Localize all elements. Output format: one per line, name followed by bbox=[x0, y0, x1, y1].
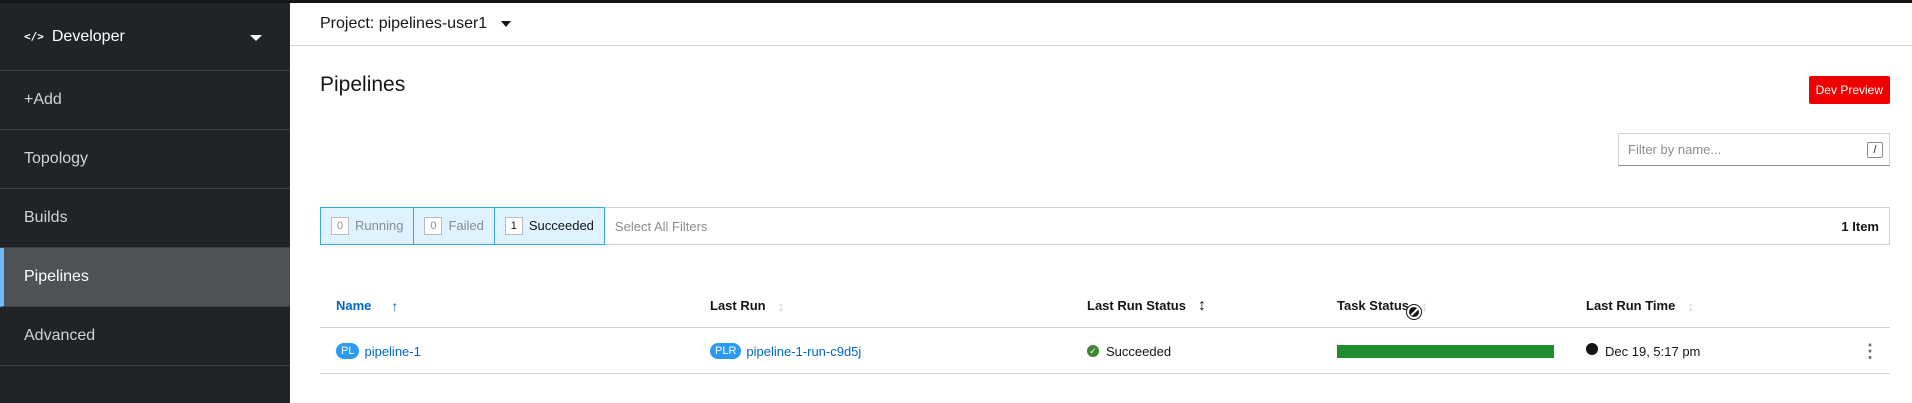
kebab-menu-icon[interactable]: ⋮ bbox=[1861, 341, 1879, 362]
row-actions-cell: ⋮ bbox=[1861, 328, 1879, 374]
sidebar-item-topology[interactable]: Topology bbox=[0, 130, 290, 189]
caret-down-icon bbox=[501, 21, 512, 27]
not-allowed-cursor-icon bbox=[1407, 305, 1421, 319]
task-status-bar[interactable] bbox=[1337, 344, 1554, 358]
sort-icon: ↕ bbox=[777, 297, 785, 314]
sidebar-item-label: Builds bbox=[24, 209, 68, 226]
sidebar-item-pipelines[interactable]: Pipelines bbox=[0, 248, 290, 307]
perspective-switcher[interactable]: </> Developer bbox=[0, 3, 290, 71]
sidebar-item-label: +Add bbox=[24, 91, 62, 108]
status-cell: ✓ Succeeded bbox=[1087, 328, 1171, 374]
chip-label: Running bbox=[355, 218, 404, 233]
sort-ascending-icon: ↑ bbox=[391, 297, 399, 314]
task-status-cell bbox=[1337, 328, 1554, 374]
column-label: Name bbox=[336, 298, 372, 313]
pipelinerun-badge: PLR bbox=[710, 343, 742, 359]
table-header: Name ↑ Last Run ↕ Last Run Status ↕ Task… bbox=[320, 283, 1890, 328]
sidebar: </> Developer +Add Topology Builds Pipel… bbox=[0, 3, 290, 403]
item-count: 1 Item bbox=[1841, 218, 1879, 234]
globe-icon bbox=[1586, 343, 1598, 355]
pipeline-link[interactable]: pipeline-1 bbox=[364, 344, 420, 359]
chip-label: Succeeded bbox=[528, 218, 594, 233]
chip-count: 0 bbox=[424, 216, 443, 235]
sidebar-item-label: Advanced bbox=[24, 327, 96, 344]
page-title: Pipelines bbox=[320, 73, 406, 96]
last-run-time: Dec 19, 5:17 pm bbox=[1605, 343, 1701, 359]
project-selector[interactable]: Project: pipelines-user1 bbox=[320, 15, 512, 33]
caret-down-icon bbox=[250, 35, 262, 41]
sidebar-item-builds[interactable]: Builds bbox=[0, 189, 290, 248]
chip-label: Failed bbox=[448, 218, 484, 233]
chip-count: 1 bbox=[504, 216, 523, 235]
last-run-time-cell: Dec 19, 5:17 pm bbox=[1586, 328, 1700, 374]
main-content: Project: pipelines-user1 Pipelines Dev P… bbox=[290, 3, 1912, 403]
project-bar: Project: pipelines-user1 bbox=[290, 3, 1912, 46]
column-header-last-run-status[interactable]: Last Run Status ↕ bbox=[1087, 283, 1206, 328]
dev-preview-badge: Dev Preview bbox=[1808, 76, 1890, 104]
column-header-last-run-time[interactable]: Last Run Time ↕ bbox=[1586, 283, 1694, 328]
select-all-filters-link[interactable]: Select All Filters bbox=[615, 219, 707, 234]
column-label: Last Run Time bbox=[1586, 298, 1676, 313]
sidebar-item-label: Pipelines bbox=[24, 268, 89, 285]
check-circle-icon: ✓ bbox=[1087, 345, 1099, 357]
column-label: Last Run bbox=[710, 298, 766, 313]
column-label: Task Status bbox=[1337, 298, 1410, 313]
column-header-last-run[interactable]: Last Run ↕ bbox=[710, 283, 785, 328]
status-text: Succeeded bbox=[1106, 343, 1172, 359]
table-row: PL pipeline-1 PLR pipeline-1-run-c9d5j ✓… bbox=[320, 328, 1890, 374]
row-filter-bar: 0 Running 0 Failed 1 Succeeded Select Al… bbox=[320, 206, 1890, 245]
project-label: Project: pipelines-user1 bbox=[320, 15, 488, 32]
filter-chip-running[interactable]: 0 Running bbox=[320, 206, 415, 245]
pipelinerun-link[interactable]: pipeline-1-run-c9d5j bbox=[746, 344, 861, 359]
chip-count: 0 bbox=[331, 216, 349, 235]
sidebar-item-add[interactable]: +Add bbox=[0, 71, 290, 130]
sort-icon: ↕ bbox=[1197, 296, 1206, 314]
pipeline-badge: PL bbox=[336, 343, 360, 359]
column-header-name[interactable]: Name ↑ bbox=[336, 283, 398, 328]
last-run-cell: PLR pipeline-1-run-c9d5j bbox=[710, 328, 861, 374]
filter-chip-succeeded[interactable]: 1 Succeeded bbox=[493, 206, 605, 245]
sidebar-item-label: Topology bbox=[24, 150, 89, 167]
perspective-label: Developer bbox=[51, 27, 125, 45]
code-icon: </> bbox=[24, 30, 44, 43]
column-label: Last Run Status bbox=[1087, 298, 1186, 313]
pipeline-name-cell: PL pipeline-1 bbox=[336, 328, 421, 374]
sort-icon: ↕ bbox=[1687, 297, 1695, 314]
sort-icon: ↕ bbox=[1421, 297, 1429, 314]
filter-chip-failed[interactable]: 0 Failed bbox=[413, 206, 495, 245]
filter-by-name-input[interactable]: Filter by name... / bbox=[1618, 133, 1890, 166]
keyboard-shortcut-hint: / bbox=[1867, 142, 1883, 158]
sidebar-item-advanced[interactable]: Advanced bbox=[0, 307, 290, 366]
filter-placeholder: Filter by name... bbox=[1628, 142, 1722, 157]
